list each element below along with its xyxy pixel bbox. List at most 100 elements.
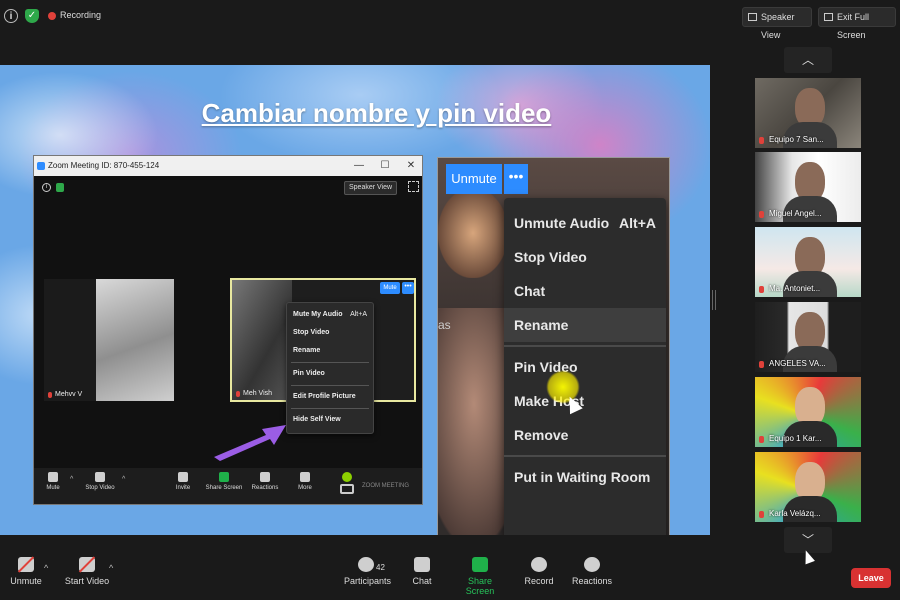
- inner-mute-button: Mute: [42, 472, 64, 491]
- reactions-button[interactable]: Reactions: [572, 557, 612, 586]
- menu-item-rename: Rename: [293, 347, 321, 354]
- tile-more-button: •••: [402, 282, 414, 294]
- start-video-button[interactable]: Start Video: [64, 557, 110, 586]
- menu-divider: [504, 345, 666, 347]
- caret-up-icon: ^: [70, 476, 74, 483]
- recording-label: Recording: [60, 10, 102, 20]
- participant-thumbnail[interactable]: Miguel Angel...: [755, 152, 861, 222]
- menu-divider: [291, 385, 369, 386]
- video-background: [438, 188, 508, 278]
- brand-text: ZOOM MEETING: [362, 483, 409, 489]
- purple-arrow-annotation: [214, 425, 286, 461]
- inner-reactions-button: Reactions: [249, 472, 281, 491]
- panel-resize-handle[interactable]: [712, 290, 716, 310]
- gallery-scroll-up-button[interactable]: ︿: [784, 47, 832, 73]
- share-screen-icon: [219, 472, 229, 482]
- security-shield-icon[interactable]: ✓: [25, 9, 39, 23]
- participant-thumbnail[interactable]: Ma. Antoniet...: [755, 227, 861, 297]
- inner-zoom-window: Zoom Meeting ID: 870-455-124 — ☐ ✕ i Spe…: [33, 155, 423, 505]
- participant-name: ANGELES VA...: [757, 358, 826, 370]
- menu-item-pin-video: Pin Video: [293, 370, 325, 377]
- inner-more-button: More: [294, 472, 316, 491]
- close-icon: ✕: [406, 160, 416, 171]
- share-screen-icon: [472, 557, 488, 572]
- participant-name: Mehvv V: [48, 391, 82, 398]
- chat-button[interactable]: Chat: [408, 557, 436, 586]
- participant-name: Miguel Angel...: [757, 208, 821, 220]
- partial-name-text: as: [438, 318, 451, 332]
- inner-meeting-toolbar: Mute ^ Stop Video ^ Invite Share Screen: [34, 468, 422, 504]
- recording-icon: [48, 12, 56, 20]
- menu-item-unmute-audio: Unmute Audio Alt+A: [514, 215, 656, 231]
- speaker-view-button[interactable]: Speaker View: [742, 7, 812, 40]
- participant-thumbnail[interactable]: ANGELES VA...: [755, 302, 861, 372]
- participant-thumbnail[interactable]: Karla Velázq...: [755, 452, 861, 522]
- menu-item-stop-video: Stop Video: [293, 329, 330, 336]
- menu-divider: [504, 455, 666, 457]
- fullscreen-icon: [408, 181, 419, 192]
- participant-thumbnail[interactable]: Equipo 7 San...: [755, 78, 861, 148]
- zoomed-more-button: •••: [504, 164, 528, 194]
- share-screen-button[interactable]: Share Screen: [455, 557, 505, 596]
- meeting-logo-icon: [340, 472, 354, 496]
- zoom-logo-icon: [37, 162, 45, 170]
- inner-invite-button: Invite: [172, 472, 194, 491]
- zoomed-unmute-button: Unmute: [446, 164, 502, 194]
- exit-fullscreen-icon: [824, 13, 833, 21]
- top-bar: i ✓ Recording Speaker View Exit Full Scr…: [0, 0, 900, 40]
- video-tile: Mehvv V: [44, 279, 174, 401]
- video-options-caret-icon[interactable]: ^: [109, 563, 113, 573]
- microphone-icon: [48, 472, 58, 482]
- menu-divider: [291, 408, 369, 409]
- menu-item-mute-my-audio: Mute My Audio Alt+A: [293, 311, 367, 318]
- zoomed-menu-image: as Unmute ••• Unmute Audio Alt+A Stop Vi…: [437, 157, 670, 535]
- record-button[interactable]: Record: [524, 557, 554, 586]
- menu-item-chat: Chat: [514, 283, 546, 299]
- menu-item-remove: Remove: [514, 427, 569, 443]
- participant-name: Ma. Antoniet...: [757, 283, 820, 295]
- audio-options-caret-icon[interactable]: ^: [44, 563, 48, 573]
- reaction-smile-icon: [260, 472, 270, 482]
- menu-item-make-host: Make Host: [514, 393, 585, 409]
- grid-icon: [748, 13, 757, 21]
- more-dots-icon: [300, 472, 310, 482]
- shared-screen-slide: Cambiar nombre y pin video Zoom Meeting …: [0, 65, 710, 535]
- info-icon: i: [42, 183, 51, 192]
- menu-item-rename: Rename: [504, 308, 666, 342]
- participants-icon: [358, 557, 374, 572]
- menu-item-edit-profile-picture: Edit Profile Picture: [293, 393, 356, 400]
- menu-divider: [291, 362, 369, 363]
- minimize-icon: —: [354, 160, 364, 171]
- unmute-button[interactable]: Unmute: [8, 557, 44, 586]
- participants-count: 42: [376, 563, 385, 572]
- participant-name: Karla Velázq...: [757, 508, 821, 520]
- exit-full-screen-button[interactable]: Exit Full Screen: [818, 7, 896, 40]
- menu-item-put-in-waiting-room: Put in Waiting Room: [514, 469, 651, 485]
- reaction-smile-icon: [584, 557, 600, 572]
- maximize-icon: ☐: [380, 160, 390, 171]
- add-person-icon: [178, 472, 188, 482]
- video-camera-off-icon: [79, 557, 95, 572]
- zoom-meeting-window: i ✓ Recording Speaker View Exit Full Scr…: [0, 0, 900, 600]
- participant-name: Meh Vish: [236, 390, 272, 397]
- inner-speaker-view-button: Speaker View: [344, 181, 398, 195]
- inner-window-titlebar: Zoom Meeting ID: 870-455-124 — ☐ ✕: [34, 156, 422, 176]
- chat-bubble-icon: [414, 557, 430, 572]
- leave-button[interactable]: Leave: [851, 568, 891, 588]
- participant-video: [232, 280, 292, 400]
- participant-video: [96, 279, 174, 401]
- menu-item-hide-self-view: Hide Self View: [293, 416, 341, 423]
- zoomed-context-menu: Unmute Audio Alt+A Stop Video Chat Renam…: [504, 198, 666, 535]
- slide-title: Cambiar nombre y pin video: [201, 98, 552, 128]
- participant-name: Equipo 1 Kar...: [757, 433, 821, 445]
- microphone-muted-icon: [18, 557, 34, 572]
- menu-item-pin-video: Pin Video: [514, 359, 578, 375]
- caret-up-icon: ^: [122, 476, 126, 483]
- inner-share-screen-button: Share Screen: [202, 472, 246, 491]
- info-icon[interactable]: i: [4, 9, 18, 23]
- participant-thumbnail[interactable]: Equipo 1 Kar...: [755, 377, 861, 447]
- tile-context-menu: Mute My Audio Alt+A Stop Video Rename Pi…: [286, 302, 374, 434]
- tile-mute-button: Mute: [380, 282, 400, 294]
- inner-stop-video-button: Stop Video: [82, 472, 118, 491]
- participant-name: Equipo 7 San...: [757, 134, 824, 146]
